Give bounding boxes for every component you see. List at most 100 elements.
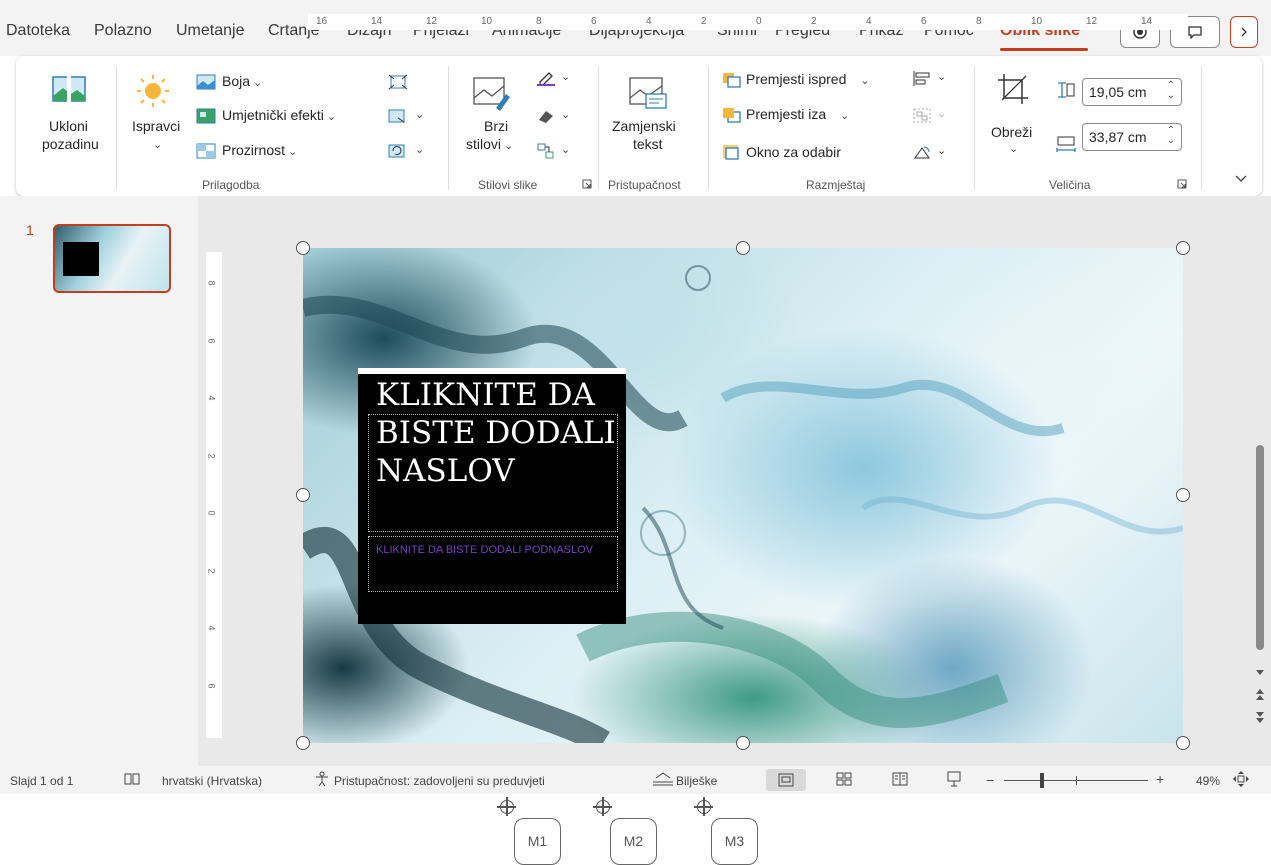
compress-pictures-icon [388, 74, 408, 90]
reading-view-icon[interactable] [892, 772, 908, 786]
resize-handle-top-right[interactable] [1176, 241, 1190, 255]
remove-background-label2[interactable]: pozadinu [42, 136, 99, 152]
normal-view-icon [778, 773, 794, 787]
spelling-check-icon[interactable] [124, 772, 140, 786]
selection-pane-button[interactable]: Okno za odabir [746, 144, 841, 160]
quick-styles-label2[interactable]: stilovi ⌄ [466, 136, 513, 152]
height-icon [1058, 82, 1075, 98]
ruler-tick-label: 10 [1031, 16, 1043, 27]
separator [1201, 66, 1202, 190]
picture-layout-chevron-icon[interactable]: ⌄ [561, 143, 570, 156]
chevron-right-icon [1241, 27, 1247, 37]
rotate-chevron-icon[interactable]: ⌄ [937, 144, 946, 157]
slide-thumbnails-pane: 1 [0, 196, 198, 766]
selection-pane-icon [723, 145, 739, 160]
tab-home[interactable]: Polazno [94, 22, 152, 40]
move-handle-icon[interactable] [497, 797, 516, 816]
move-handle-icon[interactable] [694, 797, 713, 816]
resize-handle-top-left[interactable] [296, 241, 310, 255]
zoom-slider-center-mark [1076, 776, 1077, 785]
spin-arrows-icon[interactable]: ⌃ ⌄ [1167, 126, 1175, 146]
resize-handle-top[interactable] [736, 241, 750, 255]
send-backward-icon [723, 108, 741, 123]
transparency-button[interactable]: Prozirnost ⌄ [222, 142, 297, 158]
quick-styles-label1[interactable]: Brzi [484, 118, 508, 134]
title-placeholder[interactable]: KLIKNITE DA BISTE DODALI NASLOV KLIKNITE… [358, 368, 626, 624]
accessibility-icon[interactable] [314, 771, 330, 787]
corrections-sun-icon [137, 75, 169, 107]
resize-handle-bottom-right[interactable] [1176, 736, 1190, 750]
accessibility-status[interactable]: Pristupačnost: zadovoljeni su preduvjeti [334, 774, 545, 788]
zoom-level[interactable]: 49% [1196, 774, 1220, 788]
group-label-adjust: Prilagodba [202, 178, 260, 192]
slide-thumbnail[interactable] [53, 224, 171, 293]
slide-subtitle[interactable]: KLIKNITE DA BISTE DODALI PODNASLOV [376, 542, 611, 559]
slideshow-icon[interactable] [946, 771, 962, 787]
language[interactable]: hrvatski (Hrvatska) [162, 774, 262, 788]
tab-file[interactable]: Datoteka [6, 22, 70, 40]
notes-button[interactable]: Bilješke [676, 774, 717, 788]
group-label-size: Veličina [1049, 178, 1091, 192]
resize-handle-left[interactable] [296, 488, 310, 502]
bring-forward-button[interactable]: Premjesti ispred ⌄ [746, 71, 870, 87]
zoom-slider-thumb[interactable] [1040, 773, 1044, 788]
resize-handle-bottom-left[interactable] [296, 736, 310, 750]
picture-border-chevron-icon[interactable]: ⌄ [561, 70, 570, 83]
macro-button-m1[interactable]: M1 [514, 818, 561, 865]
resize-handle-right[interactable] [1176, 488, 1190, 502]
move-handle-icon[interactable] [593, 797, 612, 816]
quick-styles-icon [473, 77, 510, 111]
align-icon [913, 71, 930, 86]
picture-effects-chevron-icon[interactable]: ⌄ [561, 108, 570, 121]
ruler-tick-label: 2 [206, 567, 217, 574]
crop-chevron-icon[interactable]: ⌄ [1009, 142, 1018, 155]
reset-picture-chevron-icon[interactable]: ⌄ [415, 143, 424, 156]
artistic-effects-button[interactable]: Umjetnički efekti ⌄ [222, 107, 336, 123]
send-backward-button[interactable]: Premjesti iza ⌄ [746, 106, 849, 122]
remove-background-label1[interactable]: Ukloni [49, 118, 88, 134]
ruler-tick-label: 4 [206, 395, 217, 401]
group-label-picture-styles: Stilovi slike [478, 178, 538, 192]
vertical-ruler: 864202468 [206, 252, 222, 738]
alt-text-label1[interactable]: Zamjenski [612, 118, 676, 134]
corrections-chevron-icon[interactable]: ⌄ [153, 138, 162, 151]
change-picture-chevron-icon[interactable]: ⌄ [415, 108, 424, 121]
width-icon [1056, 136, 1076, 152]
notes-icon[interactable] [652, 772, 674, 786]
slide-number: 1 [26, 222, 34, 238]
slide-sorter-icon[interactable] [836, 772, 852, 786]
dialog-launcher-icon[interactable] [1177, 179, 1187, 189]
picture-border-icon [537, 72, 555, 86]
ruler-tick-label: 14 [371, 16, 383, 27]
ruler-tick-label: 6 [206, 337, 217, 344]
collapse-ribbon-icon[interactable] [1234, 174, 1248, 184]
scrollbar-thumb[interactable] [1256, 445, 1264, 650]
alt-text-label2[interactable]: tekst [633, 136, 663, 152]
slide-picture[interactable]: KLIKNITE DA BISTE DODALI NASLOV KLIKNITE… [303, 248, 1183, 743]
resize-handle-bottom[interactable] [736, 736, 750, 750]
macro-button-m2[interactable]: M2 [610, 818, 657, 865]
align-chevron-icon[interactable]: ⌄ [937, 70, 946, 83]
ruler-tick-label: 8 [976, 16, 982, 27]
ruler-tick-label: 4 [866, 16, 872, 27]
crop-label[interactable]: Obreži [991, 124, 1032, 140]
height-field[interactable]: 19,05 cm ⌃ ⌄ [1082, 78, 1182, 106]
zoom-in-button[interactable]: + [1156, 771, 1164, 787]
fit-to-window-icon[interactable] [1232, 770, 1250, 788]
view-normal-button[interactable] [766, 769, 806, 791]
scroll-arrows-icon[interactable] [1253, 664, 1267, 728]
dialog-launcher-icon[interactable] [582, 179, 592, 189]
slide-title[interactable]: KLIKNITE DA BISTE DODALI NASLOV [376, 376, 621, 490]
spin-arrows-icon[interactable]: ⌃ ⌄ [1167, 81, 1175, 101]
width-field[interactable]: 33,87 cm ⌃ ⌄ [1082, 123, 1182, 151]
zoom-out-button[interactable]: − [986, 772, 994, 788]
corrections-label[interactable]: Ispravci [132, 118, 180, 134]
color-button[interactable]: Boja ⌄ [222, 73, 262, 89]
comment-icon [1188, 26, 1202, 39]
tab-insert[interactable]: Umetanje [176, 22, 244, 40]
active-tab-indicator [1000, 48, 1088, 51]
macro-button-m3[interactable]: M3 [711, 818, 758, 865]
slide-counter[interactable]: Slajd 1 od 1 [10, 774, 73, 788]
separator [598, 66, 599, 190]
share-button[interactable] [1230, 16, 1258, 48]
